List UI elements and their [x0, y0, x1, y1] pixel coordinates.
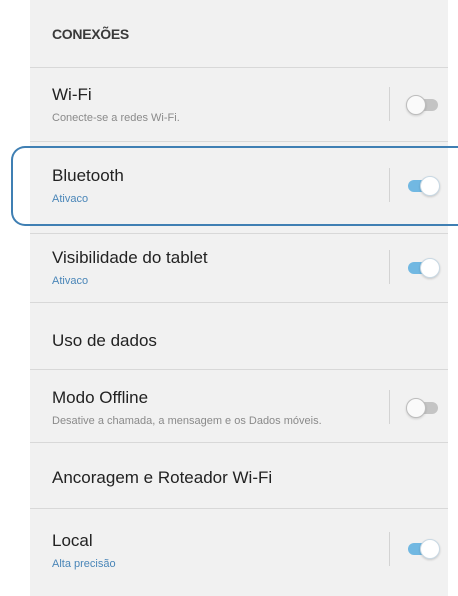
offline-mode-subtitle: Desative a chamada, a mensagem e os Dado… — [52, 415, 322, 427]
offline-mode-title: Modo Offline — [52, 388, 149, 407]
section-header-conexoes: CONEXÕES — [52, 26, 129, 42]
divider — [30, 302, 448, 303]
vertical-separator — [389, 250, 390, 284]
divider — [30, 67, 448, 68]
tablet-visibility-subtitle: Ativaco — [52, 275, 89, 287]
wifi-title: Wi-Fi — [52, 85, 92, 104]
divider — [30, 233, 448, 234]
location-subtitle: Alta precisão — [52, 558, 116, 570]
toggle-knob — [406, 398, 426, 418]
divider — [30, 508, 448, 509]
tablet-visibility-toggle[interactable] — [406, 258, 440, 278]
wifi-subtitle: Conecte-se a redes Wi-Fi. — [52, 112, 180, 124]
divider — [30, 442, 448, 443]
wifi-toggle[interactable] — [406, 95, 440, 115]
toggle-knob — [406, 95, 426, 115]
tablet-visibility-title: Visibilidade do tablet — [52, 248, 208, 267]
bluetooth-highlight-callout — [11, 146, 458, 226]
toggle-knob — [420, 539, 440, 559]
vertical-separator — [389, 87, 390, 121]
location-toggle[interactable] — [406, 539, 440, 559]
data-usage-title: Uso de dados — [52, 331, 157, 350]
settings-panel — [30, 0, 448, 596]
vertical-separator — [389, 532, 390, 566]
divider — [30, 369, 448, 370]
offline-mode-toggle[interactable] — [406, 398, 440, 418]
divider — [30, 141, 448, 142]
tethering-title: Ancoragem e Roteador Wi-Fi — [52, 468, 273, 487]
toggle-knob — [420, 258, 440, 278]
location-title: Local — [52, 531, 93, 550]
vertical-separator — [389, 390, 390, 424]
